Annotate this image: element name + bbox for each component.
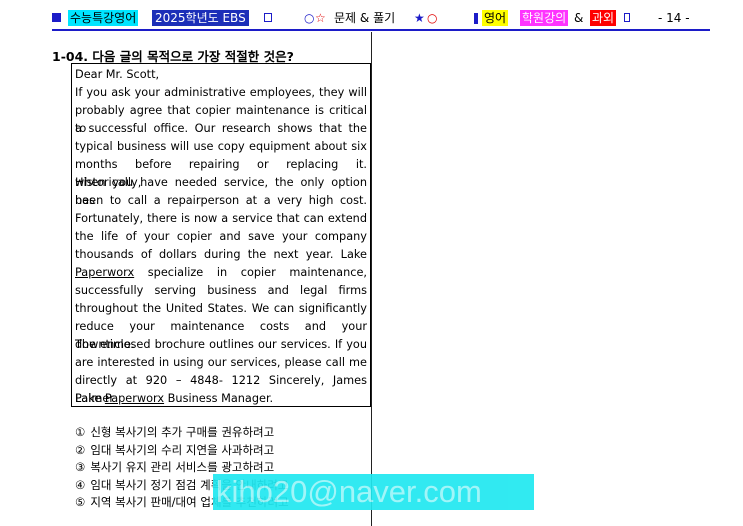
header-tag-english: 영어 <box>482 10 509 26</box>
choice-3[interactable]: ③ 복사기 유지 관리 서비스를 광고하려고 <box>75 459 289 477</box>
header-rule <box>52 29 710 31</box>
page-header: 수능특강영어 2025학년도 EBS ○ ☆ 문제 & 풀기 ★ ○ 영어 학원… <box>52 8 710 28</box>
passage-line: The enclosed brochure outlines our servi… <box>75 338 367 351</box>
small-square-icon <box>624 13 630 22</box>
passage-line: thousands of dollars during the next yea… <box>75 248 367 261</box>
checkbox-square-icon <box>264 13 272 22</box>
passage-line: months before repairing or replacing it.… <box>75 158 367 189</box>
choice-text: 임대 복사기 정기 점검 계획을 안내하려고 <box>90 477 289 492</box>
header-tag-academy: 학원강의 <box>520 10 569 26</box>
passage-box: Dear Mr. Scott, If you ask your administ… <box>71 63 371 407</box>
passage-line: are interested in using our services, pl… <box>75 356 367 369</box>
passage-line: when you have needed service, the only o… <box>75 176 367 207</box>
header-amp: & <box>574 11 584 25</box>
answer-choices: ① 신형 복사기의 추가 구매를 권유하려고 ② 임대 복사기의 수리 지연을 사과… <box>75 424 289 512</box>
choice-number: ④ <box>75 477 86 492</box>
passage-line: probably agree that copier maintenance i… <box>75 104 367 135</box>
passage-line: a successful office. Our research shows … <box>75 122 367 135</box>
star-outline-icon: ☆ <box>315 11 326 25</box>
passage-line: Paperworx specialize in copier maintenan… <box>75 266 367 279</box>
choice-number: ⑤ <box>75 495 86 509</box>
bar-bullet-icon <box>474 13 478 24</box>
star-filled-icon: ★ <box>414 11 425 25</box>
choice-number: ① <box>75 425 86 439</box>
circle-end-icon: ○ <box>427 11 438 25</box>
passage-line: throughout the United States. We can sig… <box>75 302 367 315</box>
choice-4[interactable]: ④ 임대 복사기 정기 점검 계획을 안내하려고 <box>75 477 289 495</box>
choice-text: 복사기 유지 관리 서비스를 광고하려고 <box>90 460 275 474</box>
choice-text: 임대 복사기의 수리 지연을 사과하려고 <box>90 442 275 457</box>
choice-2[interactable]: ② 임대 복사기의 수리 지연을 사과하려고 <box>75 442 289 460</box>
passage-line: Lake Paperworx Business Manager. <box>75 392 274 405</box>
passage-line: Fortunately, there is now a service that… <box>75 212 367 225</box>
page-number: - 14 - <box>658 11 690 25</box>
choice-number: ③ <box>75 460 86 474</box>
passage-line: successfully serving business and legal … <box>75 284 367 297</box>
choice-number: ② <box>75 442 86 457</box>
choice-text: 신형 복사기의 추가 구매를 권유하려고 <box>90 425 275 439</box>
passage-line: If you ask your administrative employees… <box>75 86 367 99</box>
header-title: 문제 & 풀기 <box>334 11 396 25</box>
passage-line: typical business will use copy equipment… <box>75 140 367 153</box>
passage-line: been to call a repairperson at a very hi… <box>75 194 367 207</box>
choice-text: 지역 복사기 판매/대여 업체를 추천하려고 <box>90 495 289 509</box>
passage-line: directly at 920 – 4848- 1212 Sincerely, … <box>75 374 367 405</box>
column-divider <box>371 32 372 526</box>
passage-line: Dear Mr. Scott, <box>75 68 160 81</box>
header-tag-year: 2025학년도 EBS <box>152 10 249 26</box>
square-bullet-icon <box>52 13 61 22</box>
choice-5[interactable]: ⑤ 지역 복사기 판매/대여 업체를 추천하려고 <box>75 494 289 512</box>
passage-line: reduce your maintenance costs and your d… <box>75 320 367 351</box>
header-tag-book: 수능특강영어 <box>68 10 139 26</box>
circle-icon: ○ <box>304 11 315 25</box>
company-name: Paperworx <box>75 266 135 279</box>
passage-line: the life of your copier and save your co… <box>75 230 367 243</box>
header-tag-tutor: 과외 <box>590 10 617 26</box>
choice-1[interactable]: ① 신형 복사기의 추가 구매를 권유하려고 <box>75 424 289 442</box>
company-name: Paperworx <box>104 392 165 405</box>
